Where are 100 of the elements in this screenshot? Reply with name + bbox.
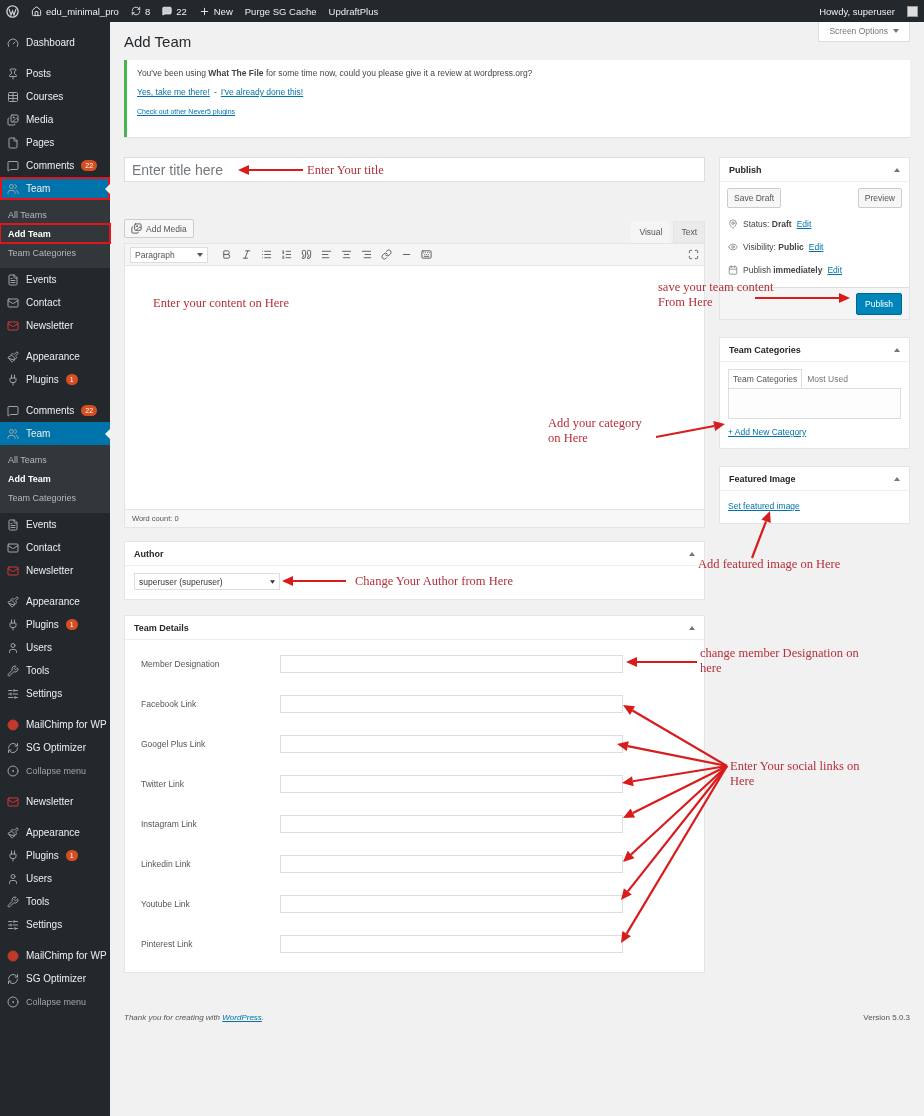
submenu-item[interactable]: Team Categories xyxy=(0,488,110,507)
author-select[interactable]: superuser (superuser) xyxy=(134,573,280,590)
menu-item[interactable]: Courses xyxy=(0,85,110,108)
submenu-item[interactable]: Add Team xyxy=(0,469,110,488)
toggle-icon[interactable] xyxy=(689,625,695,630)
menu-item[interactable]: Settings xyxy=(0,913,110,936)
menu-item[interactable]: Events xyxy=(0,268,110,291)
edit-link[interactable]: Edit xyxy=(796,218,812,229)
input-field[interactable] xyxy=(280,895,623,913)
toggle-icon[interactable] xyxy=(894,347,900,352)
align-center-icon[interactable] xyxy=(341,249,352,260)
menu-item[interactable]: Team xyxy=(0,422,110,445)
add-category-link[interactable]: + Add New Category xyxy=(728,427,807,437)
caret-icon xyxy=(893,29,899,33)
input-field[interactable] xyxy=(280,655,623,673)
comments-link[interactable]: 22 xyxy=(162,5,187,17)
link-icon[interactable] xyxy=(381,249,392,260)
field-label: Member Designation xyxy=(141,659,221,669)
edit-link[interactable]: Edit xyxy=(808,241,824,252)
menu-item[interactable]: SG Optimizer xyxy=(0,736,110,759)
menu-item[interactable]: Users xyxy=(0,636,110,659)
save-draft-button[interactable]: Save Draft xyxy=(727,188,782,208)
menu-item[interactable]: Appearance xyxy=(0,821,110,844)
submenu-item[interactable]: Team Categories xyxy=(0,243,110,262)
submenu-item[interactable]: Add Team xyxy=(0,224,110,243)
menu-item[interactable]: Contact xyxy=(0,291,110,314)
input-field[interactable] xyxy=(280,815,623,833)
submenu-item[interactable]: All Teams xyxy=(0,205,110,224)
toolbar-link[interactable]: Purge SG Cache xyxy=(244,5,317,17)
menu-item[interactable]: Newsletter xyxy=(0,559,110,582)
circle-icon xyxy=(7,718,19,731)
quote-icon[interactable] xyxy=(301,249,312,260)
toggle-icon[interactable] xyxy=(689,551,695,556)
menu-item[interactable]: MailChimp for WP xyxy=(0,944,110,967)
menu-item[interactable]: Newsletter xyxy=(0,314,110,337)
input-field[interactable] xyxy=(280,855,623,873)
menu-item[interactable]: Posts xyxy=(0,62,110,85)
input-field[interactable] xyxy=(280,735,623,753)
keyboard-icon[interactable] xyxy=(421,249,432,260)
input-field[interactable] xyxy=(280,775,623,793)
field-label: Instagram Link xyxy=(141,819,198,829)
publish-button[interactable]: Publish xyxy=(856,292,902,315)
align-right-icon[interactable] xyxy=(361,249,372,260)
menu-item[interactable]: Collapse menu xyxy=(0,759,110,782)
menu-item[interactable]: Tools xyxy=(0,659,110,682)
images-icon xyxy=(131,223,142,234)
bold-icon[interactable] xyxy=(221,249,232,260)
menu-item[interactable]: Users xyxy=(0,867,110,890)
box-title: Publish xyxy=(729,164,762,175)
screen-options-button[interactable]: Screen Options xyxy=(818,22,910,42)
category-tab[interactable]: Team Categories xyxy=(728,369,803,388)
editor-tab[interactable]: Visual xyxy=(631,221,671,243)
menu-item[interactable]: Events xyxy=(0,513,110,536)
format-select[interactable]: Paragraph xyxy=(130,246,208,263)
menu-item[interactable]: MailChimp for WP xyxy=(0,713,110,736)
greeting-text[interactable]: Howdy, superuser xyxy=(819,5,895,17)
speech-bubble-icon xyxy=(162,6,173,16)
notice-link[interactable]: I've already done this! xyxy=(220,87,304,97)
editor-tab[interactable]: Text xyxy=(673,221,705,243)
align-left-icon[interactable] xyxy=(321,249,332,260)
logo-icon[interactable] xyxy=(6,4,19,18)
featured-image-link[interactable]: Set featured image xyxy=(728,501,800,511)
input-field[interactable] xyxy=(280,695,623,713)
add-media-button[interactable]: Add Media xyxy=(124,219,194,238)
new-link[interactable]: New xyxy=(198,5,233,17)
annotation-text: change member Designation on here xyxy=(700,646,860,676)
eye-icon xyxy=(728,241,738,252)
italic-icon[interactable] xyxy=(241,249,252,260)
box-title: Author xyxy=(134,548,164,559)
notice-text: You've been using What The File for some time now, could you please give it a review at wordpress.org? xyxy=(137,68,534,78)
preview-button[interactable]: Preview xyxy=(857,188,902,208)
menu-item[interactable]: Dashboard xyxy=(0,31,110,54)
fullscreen-icon[interactable] xyxy=(688,249,699,260)
menu-item[interactable]: Appearance xyxy=(0,590,110,613)
input-field[interactable] xyxy=(280,935,623,953)
edit-link[interactable]: Edit xyxy=(827,264,843,275)
menu-item[interactable]: SG Optimizer xyxy=(0,967,110,990)
menu-item[interactable]: Tools xyxy=(0,890,110,913)
menu-item[interactable]: Appearance xyxy=(0,345,110,368)
site-link[interactable]: edu_minimal_pro xyxy=(31,5,119,17)
toggle-icon[interactable] xyxy=(894,476,900,481)
bullet-list-icon[interactable] xyxy=(261,249,272,260)
menu-item[interactable]: Contact xyxy=(0,536,110,559)
menu-item[interactable]: Media xyxy=(0,108,110,131)
submenu-item[interactable]: All Teams xyxy=(0,450,110,469)
menu-item[interactable]: Pages xyxy=(0,131,110,154)
updates-link[interactable]: 8 xyxy=(130,5,151,17)
toolbar-link[interactable]: UpdraftPlus xyxy=(328,5,379,17)
document-icon xyxy=(7,518,19,531)
menu-item[interactable]: Settings xyxy=(0,682,110,705)
notice-link[interactable]: Yes, take me there! xyxy=(137,87,210,97)
menu-item[interactable]: Newsletter xyxy=(0,790,110,813)
plug-icon xyxy=(7,849,19,862)
menu-item[interactable]: Collapse menu xyxy=(0,990,110,1013)
numbered-list-icon[interactable] xyxy=(281,249,292,260)
envelope-icon xyxy=(7,564,19,577)
arrow xyxy=(238,165,303,175)
toggle-icon[interactable] xyxy=(894,167,900,172)
calendar-icon xyxy=(728,264,738,275)
menu-item[interactable]: Team xyxy=(0,177,110,200)
